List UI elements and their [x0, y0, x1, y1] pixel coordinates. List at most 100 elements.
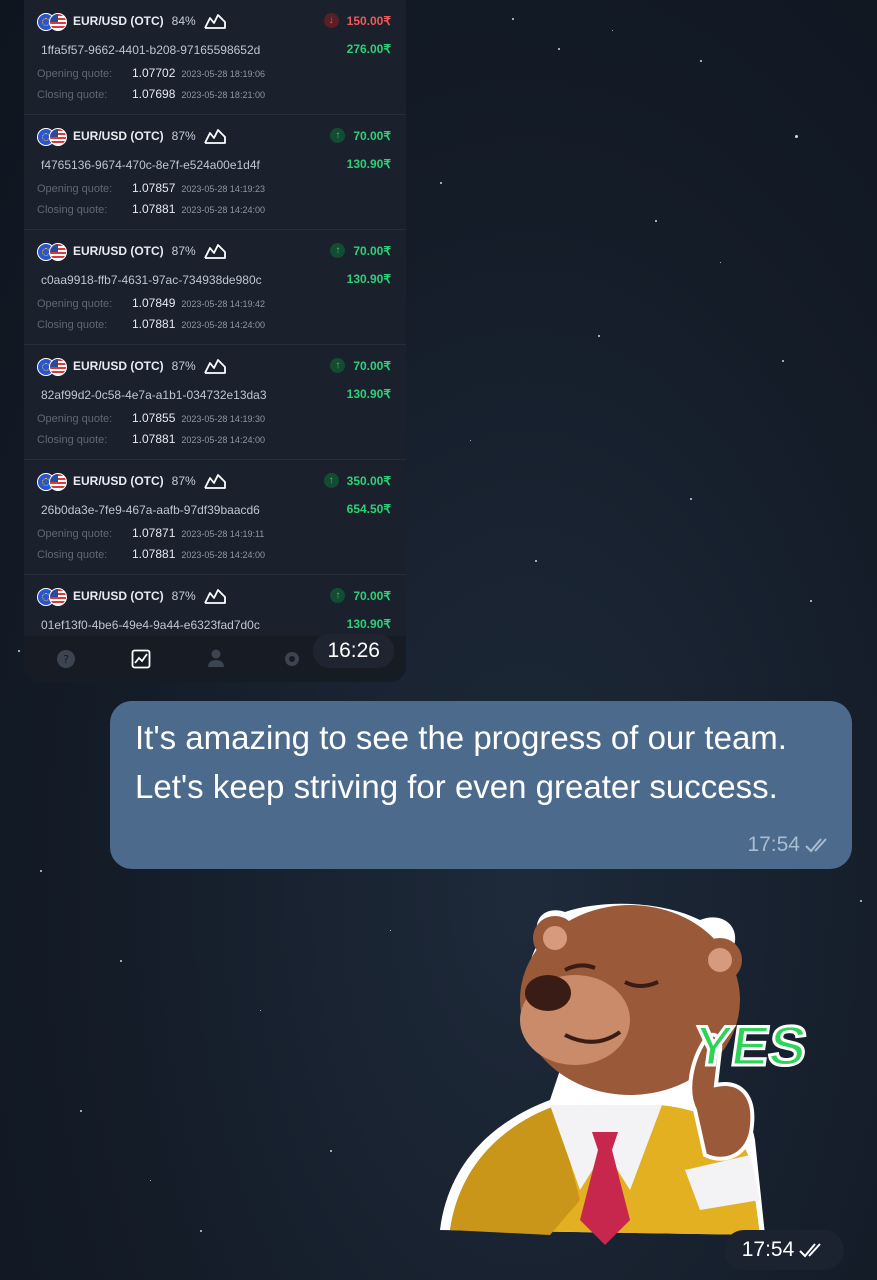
svg-text:?: ?: [63, 653, 69, 666]
trade-header: EUR/USD (OTC) 87%: [37, 587, 226, 606]
trade-amount-value: 70.00₹: [353, 588, 391, 603]
arrow-up-icon: ↑: [323, 473, 339, 488]
closing-quote: 1.07881: [132, 547, 176, 561]
trade-header: EUR/USD (OTC) 87%: [37, 242, 226, 261]
closing-quote: 1.07881: [132, 202, 176, 216]
trade-header: EUR/USD (OTC) 84%: [37, 12, 226, 31]
closing-quote: 1.07698: [132, 87, 176, 101]
double-check-icon: [799, 1243, 822, 1258]
arrow-up-icon: ↑: [330, 243, 346, 258]
eur-usd-flags-icon: [37, 357, 67, 376]
outgoing-message[interactable]: It's amazing to see the progress of our …: [110, 701, 852, 869]
area-chart-icon: [203, 14, 226, 29]
trade-amount: ↑ 70.00₹: [330, 128, 391, 143]
trade-screenshot-bubble[interactable]: EUR/USD (OTC) 84% ↓ 150.00₹ 1ffa5f57-966…: [24, 0, 406, 682]
closing-quote: 1.07881: [132, 317, 176, 331]
trade-list: EUR/USD (OTC) 84% ↓ 150.00₹ 1ffa5f57-966…: [24, 0, 406, 682]
closing-time: 2023-05-28 14:24:00: [181, 320, 265, 330]
opening-quote-row: Opening quote: 1.07849 2023-05-28 14:19:…: [37, 296, 265, 310]
trade-amount-value: 70.00₹: [353, 243, 391, 258]
trade-amount: ↑ 70.00₹: [330, 588, 391, 603]
closing-quote-row: Closing quote: 1.07881 2023-05-28 14:24:…: [37, 432, 265, 446]
sticker-time: 17:54: [741, 1238, 795, 1261]
closing-quote-row: Closing quote: 1.07881 2023-05-28 14:24:…: [37, 202, 265, 216]
trade-id: 82af99d2-0c58-4e7a-a1b1-034732e13da3: [41, 388, 267, 402]
trade-percent: 87%: [171, 359, 196, 373]
trade-payout: 654.50₹: [346, 502, 391, 516]
closing-quote-row: Closing quote: 1.07698 2023-05-28 18:21:…: [37, 87, 265, 101]
sticker-meta: 17:54: [724, 1230, 844, 1270]
closing-label: Closing quote:: [37, 434, 108, 446]
opening-time: 2023-05-28 14:19:42: [181, 299, 265, 309]
trade-pair: EUR/USD (OTC): [73, 474, 164, 488]
opening-quote-row: Opening quote: 1.07857 2023-05-28 14:19:…: [37, 181, 265, 195]
trade-pair: EUR/USD (OTC): [73, 359, 164, 373]
trade-header: EUR/USD (OTC) 87%: [37, 357, 226, 376]
trade-percent: 87%: [171, 474, 196, 488]
closing-quote-row: Closing quote: 1.07881 2023-05-28 14:24:…: [37, 547, 265, 561]
trade-payout: 130.90₹: [346, 387, 391, 401]
arrow-up-icon: ↑: [330, 588, 346, 603]
opening-label: Opening quote:: [37, 528, 113, 540]
trade-amount: ↑ 70.00₹: [330, 358, 391, 373]
trade-amount-value: 70.00₹: [353, 358, 391, 373]
trade-payout: 130.90₹: [346, 272, 391, 286]
trade-row[interactable]: EUR/USD (OTC) 87% ↑ 70.00₹ 82af99d2-0c58…: [24, 345, 406, 460]
area-chart-icon: [203, 474, 226, 489]
closing-quote-row: Closing quote: 1.07881 2023-05-28 14:24:…: [37, 317, 265, 331]
trade-header: EUR/USD (OTC) 87%: [37, 127, 226, 146]
opening-quote: 1.07855: [132, 411, 176, 425]
area-chart-icon: [203, 244, 226, 259]
help-icon[interactable]: ?: [56, 649, 76, 669]
opening-quote: 1.07702: [132, 66, 176, 80]
trade-id: f4765136-9674-470c-8e7f-e524a00e1d4f: [41, 158, 260, 172]
opening-quote-row: Opening quote: 1.07871 2023-05-28 14:19:…: [37, 526, 264, 540]
closing-quote: 1.07881: [132, 432, 176, 446]
area-chart-icon: [203, 589, 226, 604]
trade-pair: EUR/USD (OTC): [73, 589, 164, 603]
trade-payout: 276.00₹: [346, 42, 391, 56]
opening-quote: 1.07849: [132, 296, 176, 310]
opening-time: 2023-05-28 18:19:06: [181, 69, 265, 79]
opening-time: 2023-05-28 14:19:11: [181, 529, 265, 539]
trade-payout: 130.90₹: [346, 157, 391, 171]
closing-time: 2023-05-28 14:24:00: [181, 205, 265, 215]
opening-time: 2023-05-28 14:19:30: [181, 414, 265, 424]
trade-row[interactable]: EUR/USD (OTC) 87% ↑ 70.00₹ f4765136-9674…: [24, 115, 406, 230]
trade-amount-value: 350.00₹: [346, 473, 391, 488]
arrow-up-icon: ↑: [330, 128, 346, 143]
screenshot-timestamp: 16:26: [313, 634, 394, 668]
trade-amount: ↑ 350.00₹: [323, 473, 391, 488]
closing-time: 2023-05-28 14:24:00: [181, 435, 265, 445]
arrow-up-icon: ↑: [330, 358, 346, 373]
trade-row[interactable]: EUR/USD (OTC) 87% ↑ 350.00₹ 26b0da3e-7fe…: [24, 460, 406, 575]
bear-yes-sticker[interactable]: YES: [430, 900, 830, 1255]
double-check-icon: [805, 838, 827, 853]
closing-label: Closing quote:: [37, 319, 108, 331]
trade-percent: 84%: [171, 14, 196, 28]
area-chart-icon: [203, 129, 226, 144]
trade-header: EUR/USD (OTC) 87%: [37, 472, 226, 491]
trade-id: 26b0da3e-7fe9-467a-aafb-97df39baacd6: [41, 503, 260, 517]
trade-amount: ↓ 150.00₹: [323, 13, 391, 28]
trade-row[interactable]: EUR/USD (OTC) 84% ↓ 150.00₹ 1ffa5f57-966…: [24, 0, 406, 115]
profile-icon[interactable]: [206, 648, 226, 668]
trade-pair: EUR/USD (OTC): [73, 244, 164, 258]
trade-id: 1ffa5f57-9662-4401-b208-97165598652d: [41, 43, 261, 57]
closing-label: Closing quote:: [37, 549, 108, 561]
message-meta: 17:54: [747, 833, 832, 857]
eur-usd-flags-icon: [37, 242, 67, 261]
message-text: It's amazing to see the progress of our …: [135, 719, 787, 805]
arrow-down-icon: ↓: [323, 13, 339, 28]
eur-usd-flags-icon: [37, 127, 67, 146]
settings-icon[interactable]: [282, 649, 302, 669]
chart-icon[interactable]: [131, 649, 151, 669]
trade-id: 01ef13f0-4be6-49e4-9a44-e6323fad7d0c: [41, 618, 260, 632]
trade-row[interactable]: EUR/USD (OTC) 87% ↑ 70.00₹ c0aa9918-ffb7…: [24, 230, 406, 345]
closing-label: Closing quote:: [37, 204, 108, 216]
sticker-yes-text: YES: [690, 1014, 811, 1077]
message-time: 17:54: [747, 833, 800, 856]
closing-label: Closing quote:: [37, 89, 108, 101]
area-chart-icon: [203, 359, 226, 374]
opening-time: 2023-05-28 14:19:23: [181, 184, 265, 194]
